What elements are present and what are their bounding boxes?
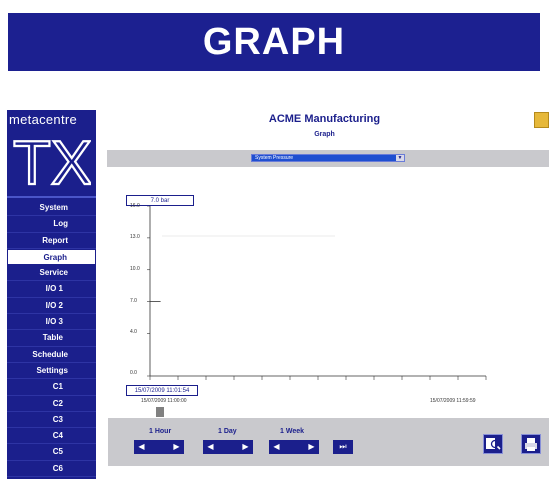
day-next-button[interactable]: ▶ (238, 440, 253, 454)
channel-select-value: System Pressure (255, 155, 294, 161)
day-nav: ◀ ▶ (203, 440, 253, 454)
logo-text: metacentre (9, 112, 78, 127)
page-banner: GRAPH (8, 13, 540, 71)
sidebar: metacentre TX System Log Report Graph Se… (7, 110, 96, 479)
hour-prev-button[interactable]: ◀ (134, 440, 149, 454)
hour-nav: ◀ ▶ (134, 440, 184, 454)
graph-panel: 7.0 bar 16.0 13.0 10.0 7.0 4.0 0.0 15/07… (100, 188, 549, 418)
sidebar-item-system[interactable]: System (7, 200, 96, 217)
sidebar-item-c1[interactable]: C1 (7, 379, 96, 396)
day-prev-button[interactable]: ◀ (203, 440, 218, 454)
main-content: ACME Manufacturing Graph System Pressure… (100, 110, 549, 479)
channel-select[interactable]: System Pressure ▼ (251, 154, 405, 162)
y-tick-label: 10.0 (130, 266, 140, 272)
note-icon[interactable] (534, 112, 549, 128)
zoom-icon (486, 438, 501, 450)
x-end-label: 15/07/2009 11:59:59 (430, 398, 476, 404)
week-nav: ◀ ▶ (269, 440, 319, 454)
sidebar-item-c4[interactable]: C4 (7, 428, 96, 445)
sidebar-item-c2[interactable]: C2 (7, 396, 96, 412)
x-ticks (149, 376, 487, 380)
sidebar-item-schedule[interactable]: Schedule (7, 347, 96, 363)
logo: metacentre TX (7, 110, 96, 198)
sidebar-item-c3[interactable]: C3 (7, 412, 96, 429)
x-start-label: 15/07/2009 11:00:00 (141, 398, 187, 404)
week-label: 1 Week (280, 428, 304, 435)
sidebar-menu: System Log Report Graph Service I/O 1 I/… (7, 200, 96, 478)
chevron-down-icon[interactable]: ▼ (396, 155, 404, 161)
selector-bar: System Pressure ▼ (107, 150, 549, 167)
zoom-button[interactable] (483, 434, 503, 454)
sidebar-item-io1[interactable]: I/O 1 (7, 281, 96, 298)
y-tick-label: 0.0 (130, 370, 137, 376)
hour-nav-bar (149, 440, 169, 454)
sidebar-item-settings[interactable]: Settings (7, 363, 96, 380)
print-button[interactable] (521, 434, 541, 454)
y-tick-label: 7.0 (130, 298, 137, 304)
printer-icon (525, 438, 537, 451)
week-prev-button[interactable]: ◀ (269, 440, 284, 454)
sidebar-item-io2[interactable]: I/O 2 (7, 298, 96, 315)
fast-forward-button[interactable]: ⏭ (333, 440, 353, 454)
graph-svg (147, 205, 487, 380)
day-label: 1 Day (218, 428, 237, 435)
tx-logo-mark: TX (13, 129, 91, 192)
hour-label: 1 Hour (149, 428, 172, 435)
sidebar-item-graph[interactable]: Graph (7, 248, 96, 266)
week-next-button[interactable]: ▶ (304, 440, 319, 454)
time-cursor-handle[interactable] (156, 407, 164, 417)
sidebar-item-c6[interactable]: C6 (7, 461, 96, 478)
day-nav-bar (218, 440, 238, 454)
sidebar-item-log[interactable]: Log (7, 216, 96, 233)
sidebar-item-table[interactable]: Table (7, 330, 96, 347)
week-nav-bar (284, 440, 304, 454)
page-title: Graph (314, 131, 335, 138)
time-controls: 1 Hour 1 Day 1 Week ◀ ▶ ◀ ▶ ◀ ▶ ⏭ (108, 418, 549, 466)
screen: GRAPH metacentre TX System Log Report Gr… (0, 0, 549, 479)
y-tick-label: 4.0 (130, 329, 137, 335)
tx-logo-icon: TX (12, 128, 91, 192)
y-tick-label: 13.0 (130, 234, 140, 240)
sidebar-item-service[interactable]: Service (7, 265, 96, 282)
y-ticks (147, 205, 150, 377)
sidebar-item-io3[interactable]: I/O 3 (7, 314, 96, 331)
app-title: ACME Manufacturing (268, 113, 381, 125)
hour-next-button[interactable]: ▶ (169, 440, 184, 454)
cursor-time-box: 15/07/2009 11:01:54 (126, 385, 198, 396)
sidebar-item-report[interactable]: Report (7, 233, 96, 249)
y-tick-label: 16.0 (130, 203, 140, 209)
sidebar-item-c5[interactable]: C5 (7, 444, 96, 461)
